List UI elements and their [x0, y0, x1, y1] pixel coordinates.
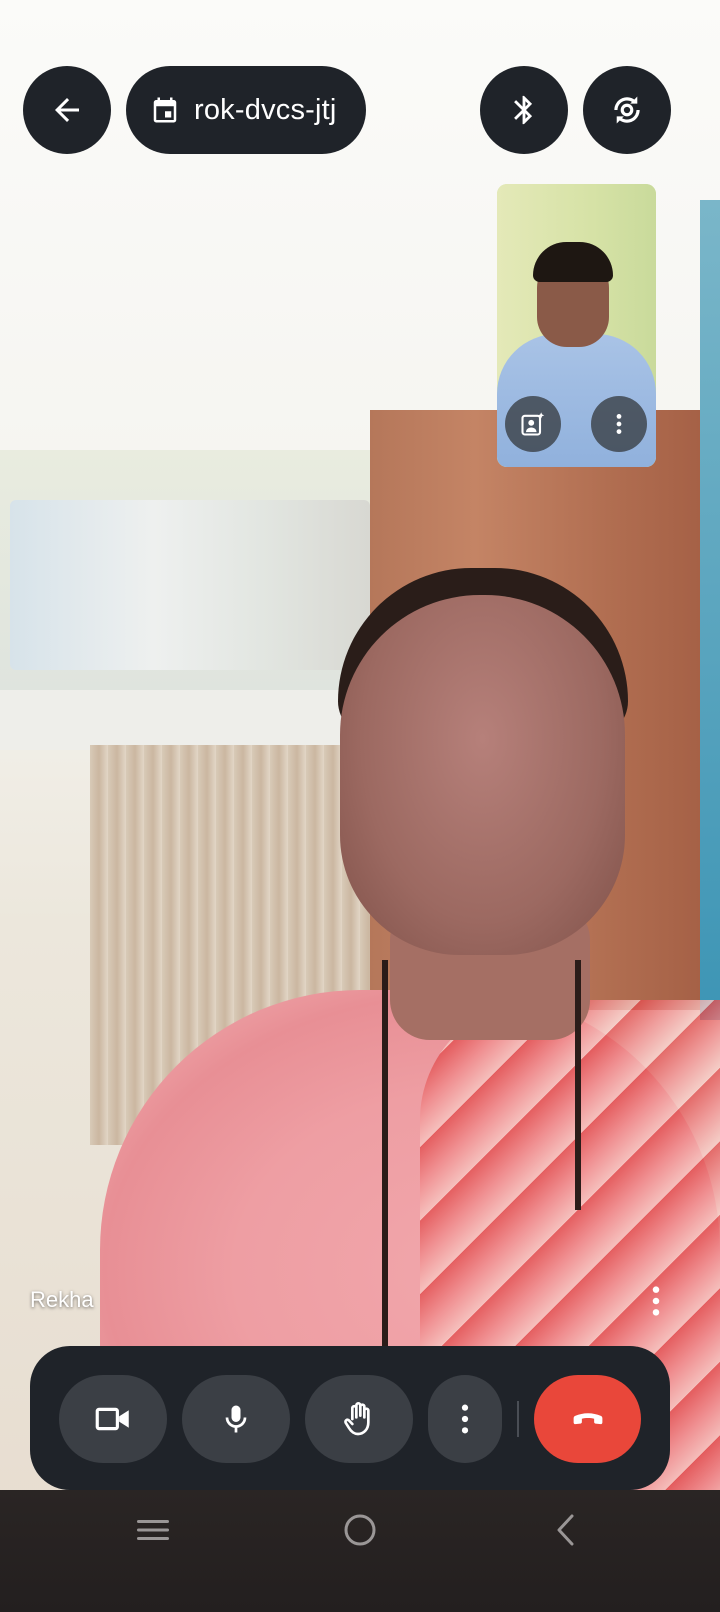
end-call-button[interactable]: [534, 1375, 641, 1463]
camera-toggle-button[interactable]: [59, 1375, 167, 1463]
video-background-items: [10, 500, 370, 670]
switch-camera-button[interactable]: [583, 66, 671, 154]
video-background-edge: [700, 200, 720, 1020]
recents-button[interactable]: [113, 1506, 193, 1554]
meeting-info-button[interactable]: rok-dvcs-jtj: [126, 66, 366, 154]
microphone-toggle-button[interactable]: [182, 1375, 290, 1463]
more-options-button[interactable]: [428, 1375, 502, 1463]
participant-lanyard-right: [575, 960, 581, 1210]
video-background-ledge: [0, 690, 360, 750]
participant-more-button[interactable]: [642, 1280, 670, 1322]
mic-icon: [225, 1405, 247, 1433]
meeting-code: rok-dvcs-jtj: [194, 93, 337, 126]
self-view-more-button[interactable]: [591, 396, 647, 452]
participant-name-label: Rekha: [30, 1287, 94, 1312]
participant-lanyard-left: [382, 960, 388, 1350]
nav-back-icon: [557, 1514, 574, 1546]
visual-effects-button[interactable]: [505, 396, 561, 452]
participant-figure-face: [340, 595, 625, 955]
videocam-icon: [95, 1407, 129, 1431]
raise-hand-icon: [344, 1402, 370, 1436]
more-vert-icon: [652, 1286, 660, 1316]
control-divider: [517, 1401, 519, 1437]
nav-back-button[interactable]: [526, 1506, 606, 1554]
bluetooth-icon: [514, 95, 533, 125]
call-end-icon: [573, 1413, 602, 1425]
home-icon: [344, 1514, 376, 1546]
arrow-left-icon: [55, 98, 79, 122]
more-vert-icon: [616, 414, 622, 434]
portrait-effects-icon: [521, 412, 545, 436]
back-button[interactable]: [23, 66, 111, 154]
self-view-tile[interactable]: [497, 184, 656, 467]
switch-camera-icon: [614, 96, 640, 124]
recents-icon: [137, 1520, 169, 1540]
meet-call-screen: rok-dvcs-jtj Rekha: [0, 0, 720, 1612]
calendar-icon: [153, 97, 177, 123]
more-vert-icon: [461, 1404, 469, 1434]
bluetooth-audio-button[interactable]: [480, 66, 568, 154]
home-button[interactable]: [320, 1506, 400, 1554]
raise-hand-button[interactable]: [305, 1375, 413, 1463]
